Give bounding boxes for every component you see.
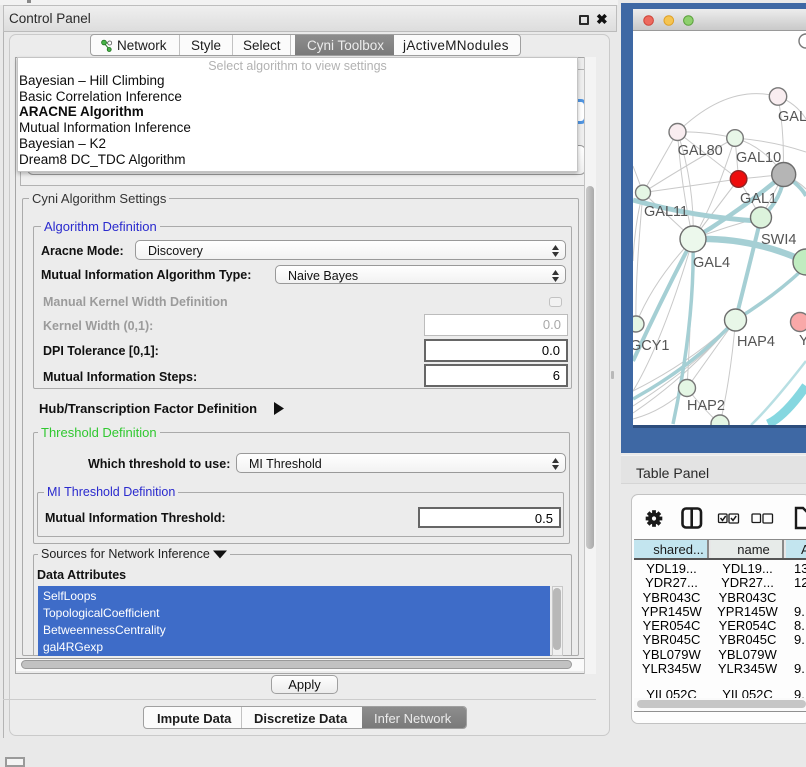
svg-text:YEL0: YEL0 xyxy=(799,333,806,349)
svg-text:GAL10: GAL10 xyxy=(736,150,781,166)
svg-text:GCY1: GCY1 xyxy=(633,338,670,354)
svg-text:GAL1: GAL1 xyxy=(740,191,777,207)
svg-text:HAP2: HAP2 xyxy=(687,398,725,414)
svg-text:GAL2: GAL2 xyxy=(778,109,806,125)
svg-text:SWI4: SWI4 xyxy=(761,232,796,248)
svg-text:GAL4: GAL4 xyxy=(693,255,730,271)
svg-text:GAL11: GAL11 xyxy=(644,204,688,220)
svg-text:GAL80: GAL80 xyxy=(678,143,723,159)
svg-text:HAP4: HAP4 xyxy=(737,334,775,350)
